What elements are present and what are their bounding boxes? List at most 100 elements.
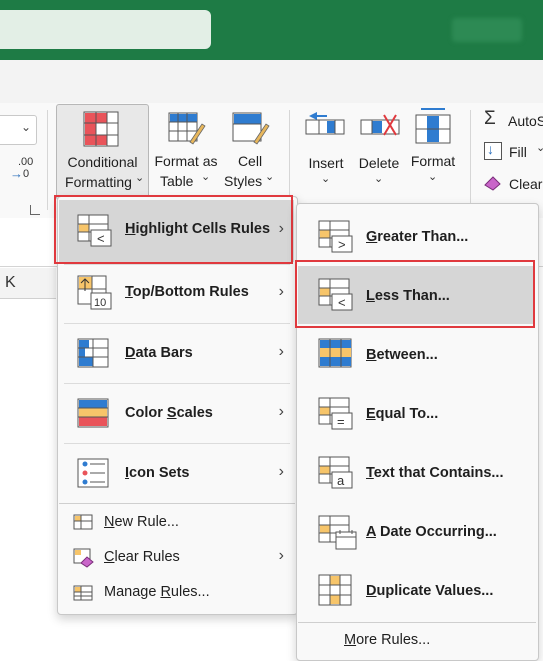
menu-item-top-bottom-rules[interactable]: 10 Top/Bottom Rules › [59,265,294,323]
arrow-down-icon: ↓ [487,141,494,157]
decrease-decimal-button[interactable]: .00 → 0 [8,156,36,186]
chevron-down-icon: ⌄ [265,171,275,183]
account-area[interactable] [452,18,522,42]
fill-button[interactable]: ↓ Fill ⌄ [482,141,543,163]
submenu-item-date-occurring[interactable]: A Date Occurring... [298,503,535,561]
clear-button[interactable]: Clear [482,173,543,195]
chevron-down-icon: ⌄ [21,120,32,134]
column-header-k[interactable]: K [0,268,56,299]
new-rule-label: New Rule... [104,514,179,530]
format-as-table-label-1: Format as [154,153,218,169]
format-label: Format [410,153,456,169]
cell-styles-button[interactable]: Cell Styles ⌄ [222,104,278,198]
manage-rules-icon [73,585,93,601]
chevron-right-icon: › [278,283,284,300]
chevron-right-icon: › [278,403,284,420]
column-k-label: K [5,274,16,291]
date-occurring-label: A Date Occurring... [366,524,497,540]
svg-text:a: a [337,473,345,488]
zero-label: 0 [23,168,30,180]
between-icon [318,338,352,368]
conditional-formatting-label-1: Conditional [67,154,138,170]
number-format-dropdown[interactable]: ⌄ [0,115,37,145]
menu-item-manage-rules[interactable]: Manage Rules... [59,578,294,610]
icon-sets-label: Icon Sets [125,465,190,481]
submenu-item-duplicate-values[interactable]: Duplicate Values... [298,562,535,620]
data-bars-icon [77,338,109,368]
fill-label: Fill [509,144,527,160]
search-box[interactable] [0,10,211,49]
submenu-item-text-that-contains[interactable]: a Text that Contains... [298,444,535,502]
conditional-formatting-label-2: Formatting [65,174,132,190]
chevron-down-icon: ⌄ [374,173,384,185]
duplicate-values-icon [318,574,352,606]
submenu-item-greater-than[interactable]: > Greater Than... [298,208,535,264]
clear-rules-icon [73,548,94,568]
format-as-table-button[interactable]: Format as Table ⌄ [150,104,222,198]
ribbon-tab-strip [0,60,543,103]
format-as-table-icon [168,112,206,145]
data-bars-label: Data Bars [125,345,193,361]
text-contains-icon: a [318,456,353,489]
menu-item-color-scales[interactable]: Color Scales › [59,385,294,443]
chevron-down-icon: ⌄ [428,171,438,183]
chevron-right-icon: › [278,343,284,360]
delete-label: Delete [358,155,400,171]
insert-cells-icon [305,112,345,135]
greater-than-label: Greater Than... [366,229,469,245]
delete-button[interactable]: Delete ⌄ [352,104,406,198]
format-as-table-label-2: Table [160,173,194,189]
greater-than-icon: > [318,220,353,253]
text-that-contains-label: Text that Contains... [366,465,504,481]
submenu-item-between[interactable]: Between... [298,326,535,384]
insert-label: Insert [308,155,344,171]
svg-text:=: = [337,414,345,429]
date-occurring-icon [318,515,357,550]
color-scales-icon [77,398,109,428]
chevron-down-icon: ⌄ [201,171,211,183]
format-button[interactable]: Format ⌄ [406,104,460,198]
insert-button[interactable]: Insert ⌄ [300,104,352,198]
more-rules-label: More Rules... [344,632,431,648]
arrow-right-icon: → [10,166,23,181]
top-bottom-rules-label: Top/Bottom Rules [125,284,249,300]
svg-text:>: > [338,237,346,252]
clear-rules-label: Clear Rules [104,549,180,565]
menu-item-clear-rules[interactable]: Clear Rules › [59,542,294,574]
menu-item-icon-sets[interactable]: Icon Sets › [59,445,294,503]
svg-text:10: 10 [94,297,106,309]
equal-to-label: Equal To... [366,406,439,422]
chevron-down-icon: ⌄ [321,173,331,185]
top-bottom-rules-icon: 10 [77,275,112,310]
manage-rules-label: Manage Rules... [104,584,210,600]
menu-item-data-bars[interactable]: Data Bars › [59,325,294,383]
autosum-label: AutoS [508,113,543,129]
between-label: Between... [366,347,438,363]
less-than-callout [295,260,535,328]
equal-to-icon: = [318,397,353,430]
chevron-right-icon: › [278,547,284,564]
icon-sets-icon [77,458,109,488]
submenu-item-equal-to[interactable]: = Equal To... [298,385,535,443]
color-scales-label: Color Scales [125,405,213,421]
autosum-button[interactable]: Σ AutoS [482,108,543,132]
cell-styles-icon [232,112,270,145]
conditional-formatting-button[interactable]: Conditional Formatting ⌄ [56,104,149,200]
highlight-cells-rules-callout [54,195,293,264]
duplicate-values-label: Duplicate Values... [366,583,494,599]
submenu-item-more-rules[interactable]: More Rules... [298,624,535,658]
sigma-icon: Σ [484,108,496,129]
cell-styles-label-1: Cell [237,153,263,169]
eraser-icon [484,176,501,191]
menu-item-new-rule[interactable]: New Rule... [59,507,294,539]
format-cells-icon [415,108,451,144]
delete-cells-icon [360,114,400,136]
conditional-formatting-icon [83,111,119,147]
chevron-down-icon: ⌄ [536,142,543,154]
dialog-launcher-icon[interactable] [30,205,40,215]
clear-label: Clear [509,176,543,192]
cell-styles-label-2: Styles [224,173,263,189]
new-rule-icon [73,514,93,530]
chevron-down-icon: ⌄ [135,172,145,184]
chevron-right-icon: › [278,463,284,480]
